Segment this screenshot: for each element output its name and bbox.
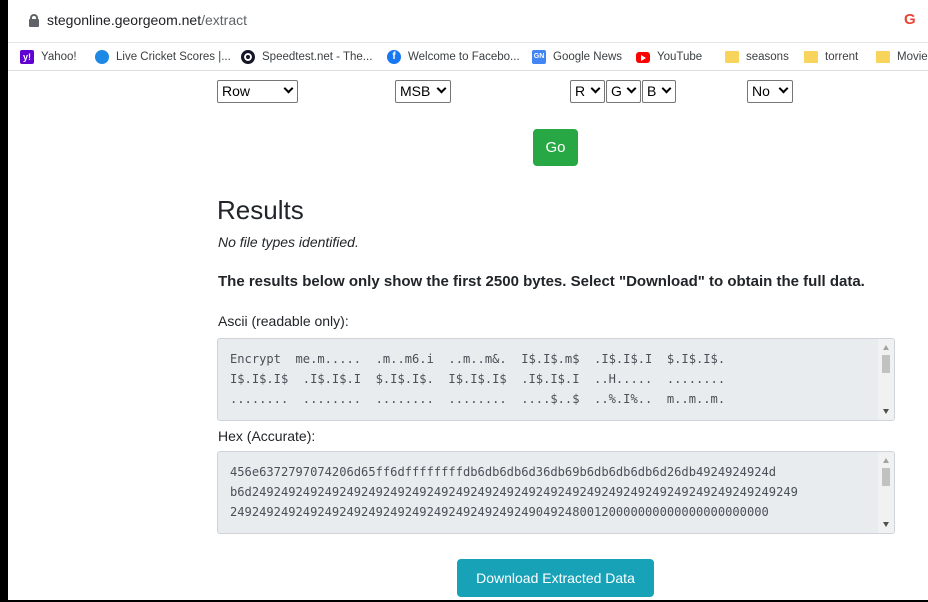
go-button[interactable]: Go [533,129,578,166]
youtube-icon [636,51,650,63]
ascii-line: ........ ........ ........ ........ ....… [230,392,726,406]
chevron-down-icon [436,83,447,94]
cricket-icon [95,50,109,64]
hex-line: 456e6372797074206d65ff6dffffffffdb6db6db… [230,465,777,479]
facebook-icon: f [387,50,401,64]
bookmark-label: seasons [746,51,789,63]
chevron-down-icon [661,83,672,94]
hex-label: Hex (Accurate): [218,428,316,444]
bit-order-select-value: MSB [400,83,431,99]
bookmark-facebook[interactable]: f Welcome to Facebo... [387,49,520,65]
ascii-line: Encrypt me.m..... .m..m6.i ..m..m&. I$.I… [230,352,726,366]
folder-icon [804,51,818,63]
bookmark-label: YouTube [657,51,703,63]
bookmark-label: torrent [825,51,859,63]
order-select-value: Row [222,83,251,99]
url-path: /extract [201,12,248,28]
bookmark-label: Speedtest.net - The... [262,51,373,63]
scroll-up-icon[interactable] [883,345,889,350]
download-extracted-data-button[interactable]: Download Extracted Data [457,559,654,597]
url-text[interactable]: stegonline.georgeom.net/extract [47,12,247,28]
alpha-select[interactable]: No [747,80,793,103]
hex-output-textarea[interactable]: 456e6372797074206d65ff6dffffffffdb6db6db… [217,451,895,534]
bookmark-cricket[interactable]: Live Cricket Scores |... [95,49,231,65]
bookmark-yahoo[interactable]: y! Yahoo! [20,49,77,65]
bookmark-torrent[interactable]: torrent [804,49,858,65]
bookmark-label: Movie [897,51,928,63]
chevron-down-icon [283,83,294,94]
scroll-thumb[interactable] [882,355,890,373]
yahoo-icon: y! [20,50,34,64]
bookmark-google-news[interactable]: GN Google News [532,49,622,65]
bit-order-select[interactable]: MSB [395,80,451,103]
folder-icon [876,51,890,63]
hex-scrollbar[interactable] [878,452,894,533]
bookmark-speedtest[interactable]: Speedtest.net - The... [241,49,372,65]
bookmark-seasons[interactable]: seasons [725,49,789,65]
results-heading: Results [217,195,304,225]
main-content: Row MSB R G B No Go Results No file type… [8,72,928,600]
folder-icon [725,51,739,63]
bookmark-label: Welcome to Facebo... [408,51,520,63]
channel-g-select[interactable]: G [606,80,641,103]
channel-b-select[interactable]: B [642,80,676,103]
bookmark-label: Google News [553,51,623,63]
chevron-down-icon [626,83,637,94]
channel-r-select-value: R [575,83,586,99]
ascii-label: Ascii (readable only): [218,313,349,329]
scroll-up-icon[interactable] [883,458,889,463]
file-types-status: No file types identified. [218,234,359,250]
url-host: stegonline.georgeom.net [47,12,202,28]
hex-line: 2492492492492492492492492492492492492492… [230,505,769,519]
scroll-down-icon[interactable] [883,522,889,527]
google-account-icon[interactable]: G [904,11,916,28]
chevron-down-icon [778,83,789,94]
bookmarks-bar: y! Yahoo! Live Cricket Scores |... Speedt… [8,43,928,71]
results-notice: The results below only show the first 25… [218,273,865,290]
bookmark-label: Yahoo! [41,51,77,63]
channel-b-select-value: B [647,83,657,99]
chevron-down-icon [590,83,601,94]
hex-line: b6d2492492492492492492492492492492492492… [230,485,798,499]
ascii-output-text: Encrypt me.m..... .m..m6.i ..m..m&. I$.I… [230,349,725,409]
ascii-output-textarea[interactable]: Encrypt me.m..... .m..m6.i ..m..m&. I$.I… [217,338,895,421]
channel-g-select-value: G [611,83,622,99]
channel-r-select[interactable]: R [570,80,605,103]
alpha-select-value: No [752,83,770,99]
bookmark-movie[interactable]: Movie [876,49,928,65]
address-bar[interactable]: stegonline.georgeom.net/extract G [8,0,928,43]
browser-window: stegonline.georgeom.net/extract G y! Yaho… [8,0,928,600]
speedtest-icon [241,50,255,64]
order-select[interactable]: Row [217,80,298,103]
google-news-icon: GN [532,50,546,64]
hex-output-text: 456e6372797074206d65ff6dffffffffdb6db6db… [230,462,798,522]
bookmark-label: Live Cricket Scores |... [116,51,231,63]
ascii-scrollbar[interactable] [878,339,894,420]
ascii-line: I$.I$.I$ .I$.I$.I $.I$.I$. I$.I$.I$ .I$.… [230,372,726,386]
scroll-down-icon[interactable] [883,409,889,414]
bookmark-youtube[interactable]: YouTube [636,49,702,65]
lock-icon [29,14,39,27]
scroll-thumb[interactable] [882,468,890,486]
